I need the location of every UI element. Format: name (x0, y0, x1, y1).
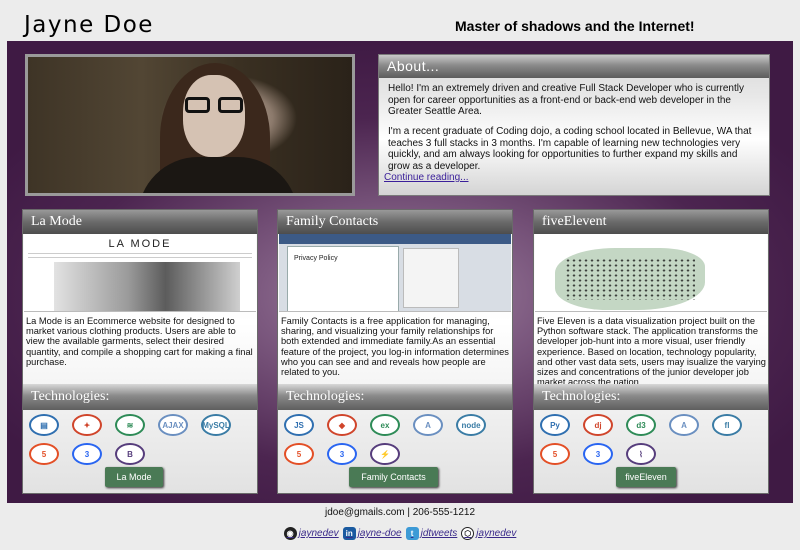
site-name: Jayne Doe (24, 12, 154, 38)
socketio-icon: ⚡ (370, 443, 400, 465)
family-contacts-button[interactable]: Family Contacts (349, 467, 438, 487)
ajax-icon: AJAX (158, 414, 188, 436)
linkedin-icon: in (342, 527, 356, 540)
laravel-icon: ✦ (72, 414, 102, 436)
html5-icon: 5 (540, 443, 570, 465)
la-mode-button[interactable]: La Mode (105, 467, 163, 487)
codepen-link[interactable]: ⬡ jaynedev (461, 527, 516, 540)
stack-icon: ≋ (115, 414, 145, 436)
express-icon: ex (370, 414, 400, 436)
project-screenshot (535, 234, 767, 312)
footer: jdoe@gmails.com | 206-555-1212 ◉ jaynede… (0, 505, 800, 550)
project-title: fiveElevent (534, 210, 768, 234)
twitter-icon: t (405, 527, 419, 540)
header: Jayne Doe Master of shadows and the Inte… (7, 5, 793, 41)
shot-logo: LA MODE (108, 238, 172, 250)
flask-icon: fl (712, 414, 742, 436)
about-title: About... (379, 55, 769, 78)
codepen-label: jaynedev (476, 528, 517, 539)
technologies-label: Technologies: (278, 384, 512, 410)
project-screenshot: Privacy Policy (279, 234, 511, 312)
codepen-icon: ⬡ (461, 527, 475, 540)
mongodb-icon: ▤ (29, 414, 59, 436)
html5-icon: 5 (284, 443, 314, 465)
shot-heading: Privacy Policy (294, 255, 338, 262)
technologies-label: Technologies: (534, 384, 768, 410)
angular-icon: A (669, 414, 699, 436)
about-paragraph-1: Hello! I'm an extremely driven and creat… (388, 83, 744, 117)
project-description: Family Contacts is a free application fo… (281, 316, 509, 378)
twitter-link[interactable]: t jdtweets (405, 527, 458, 540)
contact-info: jdoe@gmails.com | 206-555-1212 (324, 507, 476, 518)
linkedin-label: jayne-doe (357, 528, 402, 539)
social-links: ◉ jaynedev in jayne-doe t jdtweets ⬡ jay… (0, 527, 800, 540)
profile-photo (25, 54, 355, 196)
project-description: La Mode is an Ecommerce website for desi… (26, 316, 253, 367)
technologies-label: Technologies: (23, 384, 257, 410)
project-title: Family Contacts (278, 210, 512, 234)
tagline: Master of shadows and the Internet! (455, 18, 695, 34)
css3-icon: 3 (583, 443, 613, 465)
bootstrap-icon: B (115, 443, 145, 465)
about-panel: About... Hello! I'm an extremely driven … (378, 54, 770, 196)
project-card-five-eleven: fiveElevent Five Eleven is a data visual… (533, 209, 769, 494)
css3-icon: 3 (327, 443, 357, 465)
mongodb-icon: ◆ (327, 414, 357, 436)
django-icon: dj (583, 414, 613, 436)
project-title: La Mode (23, 210, 257, 234)
node-icon: node (456, 414, 486, 436)
html5-icon: 5 (29, 443, 59, 465)
about-paragraph-2: I'm a recent graduate of Coding dojo, a … (388, 126, 752, 172)
project-description: Five Eleven is a data visualization proj… (537, 316, 766, 388)
javascript-icon: JS (284, 414, 314, 436)
mysql-icon: MySQL (201, 414, 231, 436)
project-screenshot: LA MODE (24, 234, 256, 312)
angular-icon: A (413, 414, 443, 436)
linkedin-link[interactable]: in jayne-doe (342, 527, 402, 540)
github-link[interactable]: ◉ jaynedev (283, 527, 339, 540)
d3-icon: d3 (626, 414, 656, 436)
github-label: jaynedev (298, 528, 339, 539)
five-eleven-button[interactable]: fiveEleven (616, 467, 676, 487)
twitter-label: jdtweets (420, 528, 458, 539)
project-card-family-contacts: Family Contacts Privacy Policy Family Co… (277, 209, 513, 494)
main-section: About... Hello! I'm an extremely driven … (7, 41, 793, 503)
project-card-la-mode: La Mode LA MODE La Mode is an Ecommerce … (22, 209, 258, 494)
css3-icon: 3 (72, 443, 102, 465)
continue-reading-link[interactable]: Continue reading... (384, 172, 469, 183)
python-icon: Py (540, 414, 570, 436)
github-icon: ◉ (283, 527, 297, 540)
heroku-icon: ⌇ (626, 443, 656, 465)
